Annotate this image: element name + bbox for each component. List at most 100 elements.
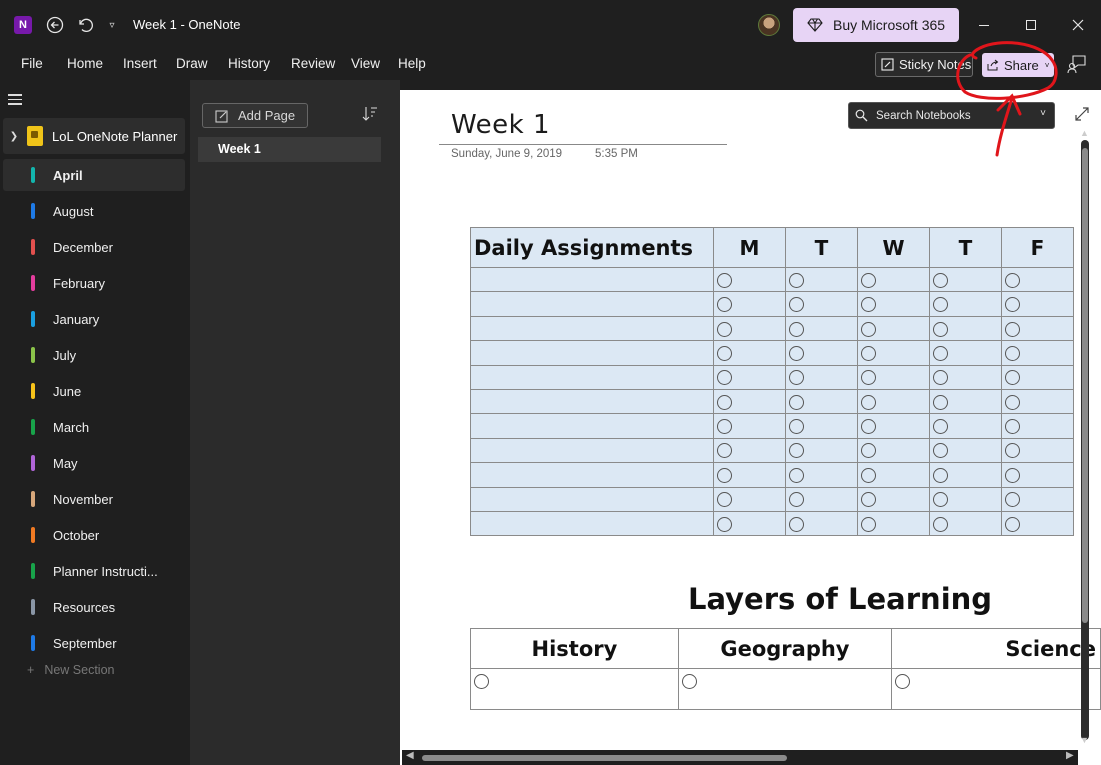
page-canvas[interactable]: Week 1 Sunday, June 9, 2019 5:35 PM Sear… xyxy=(400,90,1101,765)
day-cell[interactable] xyxy=(713,413,786,439)
vertical-scrollbar[interactable]: ▲ ▼ xyxy=(1078,128,1094,750)
day-cell[interactable] xyxy=(1001,486,1074,512)
user-avatar[interactable] xyxy=(758,14,780,36)
checkbox-circle[interactable] xyxy=(717,321,732,337)
sidebar-section-november[interactable]: November xyxy=(3,483,185,515)
assignment-cell[interactable] xyxy=(470,388,714,415)
day-cell[interactable] xyxy=(1001,462,1074,488)
day-cell[interactable] xyxy=(857,266,930,293)
checkbox-circle[interactable] xyxy=(789,272,804,288)
sidebar-section-june[interactable]: June xyxy=(3,375,185,407)
day-cell[interactable] xyxy=(857,437,930,464)
horizontal-scrollbar[interactable]: ◀ ▶ xyxy=(402,750,1078,765)
checkbox-circle[interactable] xyxy=(1005,345,1020,361)
day-cell[interactable] xyxy=(929,437,1002,464)
subject-cell[interactable] xyxy=(677,668,893,710)
day-cell[interactable] xyxy=(785,291,858,317)
checkbox-circle[interactable] xyxy=(933,272,948,288)
day-cell[interactable] xyxy=(713,510,786,537)
checkbox-circle[interactable] xyxy=(717,443,732,459)
checkbox-circle[interactable] xyxy=(717,272,732,288)
tab-review[interactable]: Review xyxy=(291,56,335,71)
day-cell[interactable] xyxy=(1001,291,1074,317)
day-cell[interactable] xyxy=(785,437,858,464)
assignment-cell[interactable] xyxy=(470,437,714,464)
checkbox-circle[interactable] xyxy=(717,492,732,508)
sidebar-section-october[interactable]: October xyxy=(3,519,185,551)
hamburger-menu-icon[interactable] xyxy=(8,94,22,108)
day-cell[interactable] xyxy=(857,510,930,537)
checkbox-circle[interactable] xyxy=(1005,321,1020,337)
day-cell[interactable] xyxy=(857,462,930,488)
checkbox-circle[interactable] xyxy=(1005,467,1020,483)
day-cell[interactable] xyxy=(785,510,858,537)
assignment-cell[interactable] xyxy=(470,315,714,342)
day-cell[interactable] xyxy=(1001,388,1074,415)
scroll-down-icon[interactable]: ▼ xyxy=(1080,735,1089,745)
sidebar-section-august[interactable]: August xyxy=(3,195,185,227)
subject-cell[interactable] xyxy=(891,668,1101,710)
day-cell[interactable] xyxy=(857,364,930,390)
buy-microsoft-365-button[interactable]: Buy Microsoft 365 xyxy=(793,8,959,42)
maximize-button[interactable] xyxy=(1019,14,1043,36)
new-section-button[interactable]: + New Section xyxy=(27,663,115,677)
scrollbar-thumb[interactable] xyxy=(422,755,787,761)
subject-history[interactable]: History xyxy=(470,628,679,669)
checkbox-circle[interactable] xyxy=(717,297,732,313)
sidebar-section-march[interactable]: March xyxy=(3,411,185,443)
day-cell[interactable] xyxy=(785,462,858,488)
day-cell[interactable] xyxy=(713,266,786,293)
tab-insert[interactable]: Insert xyxy=(123,56,157,71)
checkbox-circle[interactable] xyxy=(789,516,804,532)
checkbox-circle[interactable] xyxy=(861,443,876,459)
day-cell[interactable] xyxy=(929,291,1002,317)
day-cell[interactable] xyxy=(857,291,930,317)
sidebar-section-september[interactable]: September xyxy=(3,627,185,659)
day-cell[interactable] xyxy=(785,266,858,293)
assignment-cell[interactable] xyxy=(470,486,714,512)
checkbox-circle[interactable] xyxy=(933,443,948,459)
scroll-up-icon[interactable]: ▲ xyxy=(1080,128,1089,138)
assignment-cell[interactable] xyxy=(470,462,714,488)
checkbox-circle[interactable] xyxy=(717,370,732,386)
close-button[interactable] xyxy=(1066,14,1090,36)
feedback-button[interactable] xyxy=(1067,54,1089,76)
day-cell[interactable] xyxy=(929,266,1002,293)
day-cell[interactable] xyxy=(713,388,786,415)
sidebar-section-planner-instructi[interactable]: Planner Instructi... xyxy=(3,555,185,587)
checkbox-circle[interactable] xyxy=(933,345,948,361)
day-cell[interactable] xyxy=(785,364,858,390)
day-cell[interactable] xyxy=(713,315,786,342)
day-cell[interactable] xyxy=(785,486,858,512)
day-header-thursday[interactable]: T xyxy=(929,227,1002,268)
checkbox-circle[interactable] xyxy=(861,419,876,435)
checkbox-circle[interactable] xyxy=(1005,272,1020,288)
page-title[interactable]: Week 1 xyxy=(451,110,550,140)
day-cell[interactable] xyxy=(1001,437,1074,464)
checkbox-circle[interactable] xyxy=(789,321,804,337)
tab-draw[interactable]: Draw xyxy=(176,56,208,71)
day-cell[interactable] xyxy=(929,486,1002,512)
day-cell[interactable] xyxy=(785,315,858,342)
day-cell[interactable] xyxy=(713,462,786,488)
day-cell[interactable] xyxy=(713,486,786,512)
day-cell[interactable] xyxy=(1001,340,1074,366)
tab-file[interactable]: File xyxy=(21,56,43,71)
scrollbar-thumb[interactable] xyxy=(1082,148,1088,623)
day-cell[interactable] xyxy=(1001,413,1074,439)
subject-science[interactable]: Science xyxy=(891,628,1101,669)
sidebar-section-february[interactable]: February xyxy=(3,267,185,299)
undo-button[interactable] xyxy=(74,14,96,36)
day-cell[interactable] xyxy=(785,413,858,439)
checkbox-circle[interactable] xyxy=(789,419,804,435)
checkbox-circle[interactable] xyxy=(717,394,732,410)
assignment-cell[interactable] xyxy=(470,413,714,439)
checkbox-circle[interactable] xyxy=(933,394,948,410)
day-cell[interactable] xyxy=(857,388,930,415)
checkbox-circle[interactable] xyxy=(1005,443,1020,459)
quick-access-dropdown[interactable]: ▿ xyxy=(104,14,120,36)
checkbox-circle[interactable] xyxy=(717,516,732,532)
checkbox-circle[interactable] xyxy=(861,345,876,361)
checkbox-circle[interactable] xyxy=(861,272,876,288)
checkbox-circle[interactable] xyxy=(474,674,489,690)
